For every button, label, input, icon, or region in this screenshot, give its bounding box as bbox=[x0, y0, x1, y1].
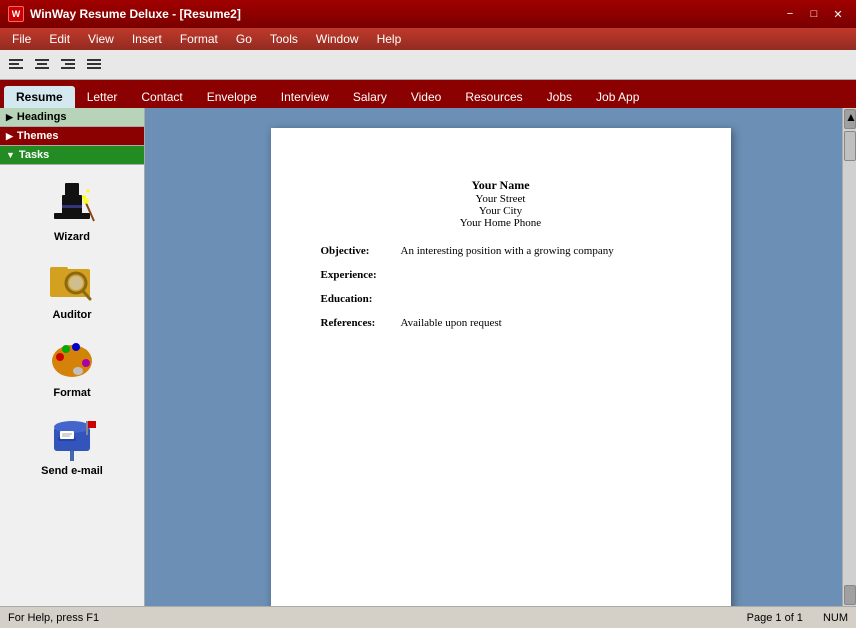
doc-label-experience: Experience: bbox=[321, 269, 401, 281]
format-icon bbox=[46, 333, 98, 385]
sidebar-item-format[interactable]: Format bbox=[17, 329, 127, 403]
auditor-label: Auditor bbox=[52, 309, 91, 321]
sidebar-icons: Wizard Auditor bbox=[0, 165, 144, 489]
status-page: Page 1 of 1 bbox=[747, 612, 803, 624]
app-title: WinWay Resume Deluxe - [Resume2] bbox=[30, 7, 241, 21]
themes-arrow-icon: ▶ bbox=[6, 131, 13, 142]
doc-section-references: References: Available upon request bbox=[321, 317, 681, 329]
scrollbar-up-arrow[interactable]: ▲ bbox=[844, 109, 856, 129]
doc-label-education: Education: bbox=[321, 293, 401, 305]
doc-label-objective: Objective: bbox=[321, 245, 401, 257]
tab-video[interactable]: Video bbox=[399, 86, 453, 108]
menu-go[interactable]: Go bbox=[228, 30, 260, 48]
document-page: Your Name Your Street Your City Your Hom… bbox=[271, 128, 731, 606]
menu-insert[interactable]: Insert bbox=[124, 30, 170, 48]
menu-window[interactable]: Window bbox=[308, 30, 367, 48]
status-help: For Help, press F1 bbox=[8, 612, 99, 624]
scrollbar-down-arrow[interactable] bbox=[844, 585, 856, 605]
doc-phone: Your Home Phone bbox=[321, 217, 681, 229]
auditor-icon bbox=[46, 255, 98, 307]
tab-resume[interactable]: Resume bbox=[4, 86, 75, 108]
scrollbar-track[interactable]: ▲ bbox=[842, 108, 856, 606]
tab-letter[interactable]: Letter bbox=[75, 86, 130, 108]
menu-tools[interactable]: Tools bbox=[262, 30, 306, 48]
align-right-button[interactable] bbox=[56, 54, 80, 76]
status-right: Page 1 of 1 NUM bbox=[747, 612, 848, 624]
nav-tabs: Resume Letter Contact Envelope Interview… bbox=[0, 80, 856, 108]
doc-content-objective: An interesting position with a growing c… bbox=[401, 245, 614, 257]
headings-header[interactable]: ▶ Headings bbox=[0, 108, 144, 126]
wizard-label: Wizard bbox=[54, 231, 90, 243]
send-email-icon bbox=[46, 411, 98, 463]
maximize-button[interactable]: □ bbox=[804, 5, 824, 23]
tab-envelope[interactable]: Envelope bbox=[195, 86, 269, 108]
doc-street: Your Street bbox=[321, 193, 681, 205]
app-icon: W bbox=[8, 6, 24, 22]
doc-header: Your Name Your Street Your City Your Hom… bbox=[321, 178, 681, 229]
wizard-icon bbox=[46, 177, 98, 229]
headings-arrow-icon: ▶ bbox=[6, 112, 13, 123]
menu-edit[interactable]: Edit bbox=[41, 30, 78, 48]
doc-content-references: Available upon request bbox=[401, 317, 502, 329]
tasks-header[interactable]: ▼ Tasks bbox=[0, 146, 144, 164]
send-email-label: Send e-mail bbox=[41, 465, 103, 477]
menu-bar: File Edit View Insert Format Go Tools Wi… bbox=[0, 28, 856, 50]
tab-resources[interactable]: Resources bbox=[453, 86, 534, 108]
minimize-button[interactable]: − bbox=[780, 5, 800, 23]
sidebar: ▶ Headings ▶ Themes ▼ Tasks bbox=[0, 108, 145, 606]
menu-view[interactable]: View bbox=[80, 30, 122, 48]
menu-file[interactable]: File bbox=[4, 30, 39, 48]
doc-city: Your City bbox=[321, 205, 681, 217]
themes-label: Themes bbox=[17, 130, 59, 142]
tab-jobs[interactable]: Jobs bbox=[535, 86, 584, 108]
sidebar-section-tasks: ▼ Tasks bbox=[0, 146, 144, 165]
align-left-button[interactable] bbox=[4, 54, 28, 76]
status-bar: For Help, press F1 Page 1 of 1 NUM bbox=[0, 606, 856, 628]
title-bar: W WinWay Resume Deluxe - [Resume2] − □ ✕ bbox=[0, 0, 856, 28]
tab-interview[interactable]: Interview bbox=[269, 86, 341, 108]
sidebar-item-auditor[interactable]: Auditor bbox=[17, 251, 127, 325]
tab-jobapp[interactable]: Job App bbox=[584, 86, 651, 108]
doc-section-objective: Objective: An interesting position with … bbox=[321, 245, 681, 257]
window-controls: − □ ✕ bbox=[780, 5, 848, 23]
align-center-button[interactable] bbox=[30, 54, 54, 76]
themes-header[interactable]: ▶ Themes bbox=[0, 127, 144, 145]
doc-section-experience: Experience: bbox=[321, 269, 681, 281]
tab-contact[interactable]: Contact bbox=[129, 86, 194, 108]
doc-section-education: Education: bbox=[321, 293, 681, 305]
headings-label: Headings bbox=[17, 111, 67, 123]
doc-label-references: References: bbox=[321, 317, 401, 329]
sidebar-item-wizard[interactable]: Wizard bbox=[17, 173, 127, 247]
status-num: NUM bbox=[823, 612, 848, 624]
doc-name: Your Name bbox=[321, 178, 681, 193]
close-button[interactable]: ✕ bbox=[828, 5, 848, 23]
scrollbar-thumb[interactable] bbox=[844, 131, 856, 161]
menu-format[interactable]: Format bbox=[172, 30, 226, 48]
tab-salary[interactable]: Salary bbox=[341, 86, 399, 108]
tasks-arrow-icon: ▼ bbox=[6, 150, 15, 160]
menu-help[interactable]: Help bbox=[369, 30, 410, 48]
tasks-label: Tasks bbox=[19, 149, 49, 161]
document-area[interactable]: ▲ Your Name Your Street Your City Your H… bbox=[145, 108, 856, 606]
format-label: Format bbox=[53, 387, 90, 399]
sidebar-section-themes: ▶ Themes bbox=[0, 127, 144, 146]
sidebar-item-send-email[interactable]: Send e-mail bbox=[17, 407, 127, 481]
toolbar bbox=[0, 50, 856, 80]
sidebar-section-headings: ▶ Headings bbox=[0, 108, 144, 127]
main-area: ▶ Headings ▶ Themes ▼ Tasks bbox=[0, 108, 856, 606]
align-justify-button[interactable] bbox=[82, 54, 106, 76]
